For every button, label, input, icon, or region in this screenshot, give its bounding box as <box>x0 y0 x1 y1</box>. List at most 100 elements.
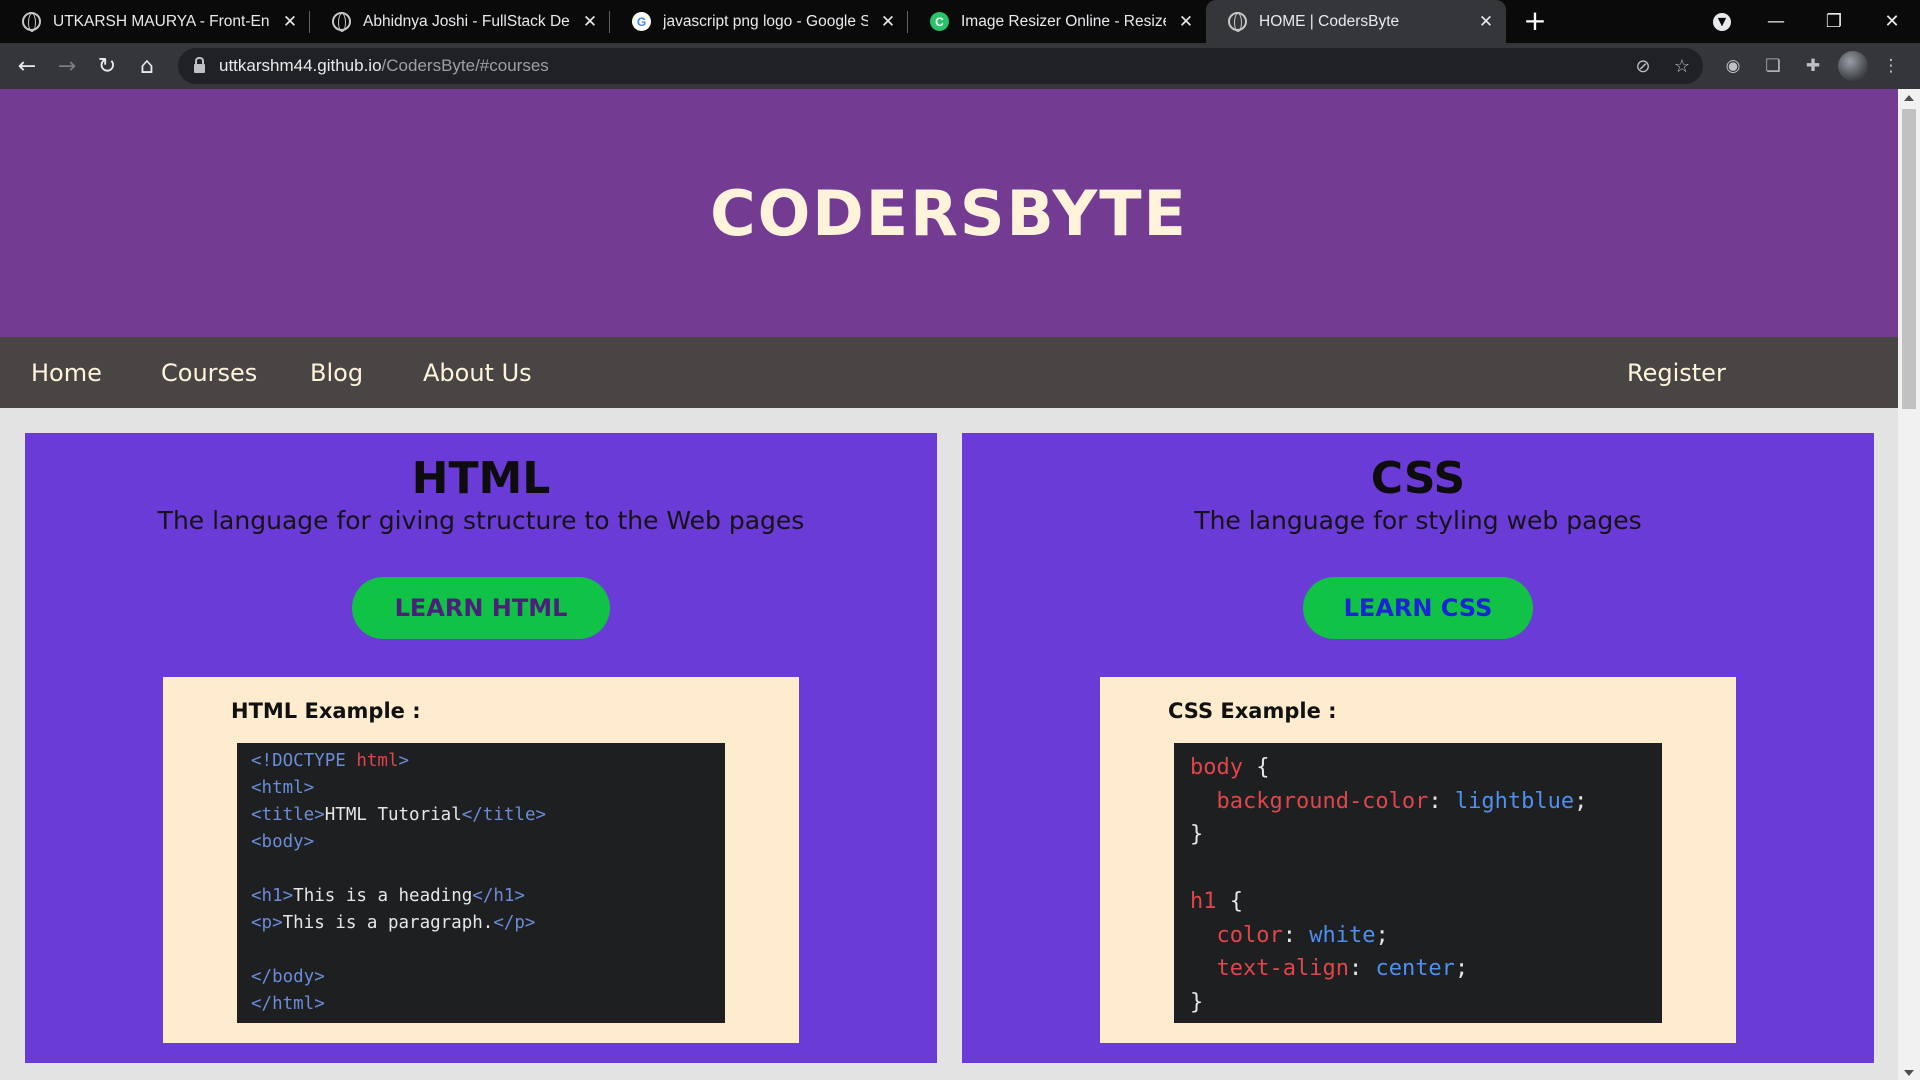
scrollbar-thumb[interactable] <box>1902 109 1916 409</box>
tab-title: HOME | CodersByte <box>1259 12 1400 30</box>
code-token: </h1> <box>472 886 525 906</box>
nav-link-about-us[interactable]: About Us <box>423 337 532 408</box>
close-tab-icon[interactable]: ✕ <box>1476 12 1496 32</box>
close-tab-icon[interactable]: ✕ <box>1176 12 1196 32</box>
code-token: color <box>1190 922 1283 948</box>
tab-title: javascript png logo - Google Sea <box>663 12 868 30</box>
minimize-icon[interactable]: — <box>1748 0 1804 43</box>
lock-icon[interactable] <box>194 56 205 73</box>
code-token: h1 <box>1190 889 1217 914</box>
code-token: This is a heading <box>293 886 473 906</box>
close-window-icon[interactable]: ✕ <box>1864 0 1920 43</box>
puzzle-icon[interactable]: ✚ <box>1798 51 1828 81</box>
browser-tab[interactable]: G javascript png logo - Google Sea ✕ <box>610 0 908 43</box>
close-tab-icon[interactable]: ✕ <box>878 12 898 32</box>
code-token: </title> <box>461 805 547 825</box>
back-icon[interactable]: ← <box>11 50 43 82</box>
example-label: HTML Example : <box>231 699 421 723</box>
learn-css-button[interactable]: LEARN CSS <box>1303 577 1533 639</box>
code-token: body <box>1190 755 1243 780</box>
code-token: HTML Tutorial <box>324 805 462 825</box>
code-line: <title>HTML Tutorial</title> <box>251 802 725 829</box>
example-label: CSS Example : <box>1168 699 1337 723</box>
code-token: : <box>1282 922 1310 948</box>
scroll-down-arrow[interactable] <box>1904 1070 1914 1076</box>
code-line: background-color: lightblue; <box>1190 785 1662 819</box>
code-token: </body> <box>251 967 325 987</box>
browser-tab[interactable]: Abhidnya Joshi - FullStack Develo ✕ <box>310 0 610 43</box>
code-token: { <box>1216 889 1243 914</box>
site-nav: Home Courses Blog About Us Register <box>0 337 1898 408</box>
tab-title: Image Resizer Online - Resize JPG <box>961 12 1166 30</box>
site-header: CODERSBYTE <box>0 89 1898 337</box>
extension-icon[interactable]: ❏ <box>1758 51 1788 81</box>
restore-icon[interactable]: ❐ <box>1806 0 1862 43</box>
forward-icon[interactable]: → <box>51 50 83 82</box>
course-card-css: CSS The language for styling web pages L… <box>962 433 1874 1063</box>
code-line: body { <box>1190 751 1662 785</box>
code-token: } <box>1190 822 1204 847</box>
code-token: background-color <box>1190 788 1429 814</box>
google-icon: G <box>632 12 651 31</box>
home-icon[interactable]: ⌂ <box>131 50 163 82</box>
code-token: <body> <box>251 832 315 852</box>
close-tab-icon[interactable]: ✕ <box>280 12 300 32</box>
code-token: text-align <box>1190 956 1349 981</box>
url-host: uttkarshm44.github.io <box>219 56 382 75</box>
code-token: : <box>1428 788 1455 814</box>
tab-search-icon[interactable]: ▼ <box>1694 0 1750 43</box>
nav-link-home[interactable]: Home <box>31 337 102 408</box>
globe-icon <box>332 12 351 32</box>
code-line: text-align: center; <box>1190 952 1662 986</box>
profile-avatar[interactable] <box>1838 51 1868 81</box>
code-token: } <box>1190 989 1204 1015</box>
menu-dots-icon[interactable]: ⋮ <box>1876 51 1906 81</box>
code-token: <html> <box>251 778 315 798</box>
globe-icon <box>1228 12 1247 32</box>
page-scrollbar[interactable] <box>1898 89 1920 1080</box>
code-token: center <box>1375 956 1455 981</box>
browser-tab[interactable]: C Image Resizer Online - Resize JPG ✕ <box>908 0 1206 43</box>
eye-off-icon[interactable]: ⊘ <box>1630 53 1656 79</box>
nav-link-blog[interactable]: Blog <box>310 337 363 408</box>
nav-link-register[interactable]: Register <box>1627 337 1726 408</box>
code-token: { <box>1242 755 1270 780</box>
code-line: <html> <box>251 775 725 802</box>
code-token: ; <box>1574 788 1588 814</box>
code-token: html <box>356 751 399 771</box>
close-tab-icon[interactable]: ✕ <box>580 12 600 32</box>
scroll-up-arrow[interactable] <box>1904 95 1914 101</box>
reload-icon[interactable]: ↻ <box>91 50 123 82</box>
code-token: : <box>1348 956 1376 981</box>
url-path: /CodersByte/#courses <box>381 56 549 75</box>
course-subtitle: The language for styling web pages <box>1194 506 1642 535</box>
code-line: <p>This is a paragraph.</p> <box>251 910 725 937</box>
course-subtitle: The language for giving structure to the… <box>157 506 805 535</box>
nav-link-courses[interactable]: Courses <box>161 337 257 408</box>
course-title: HTML <box>411 453 551 504</box>
code-line: color: white; <box>1190 919 1662 953</box>
code-token: <title> <box>251 805 325 825</box>
extension-icon[interactable]: ◉ <box>1718 51 1748 81</box>
code-line: h1 { <box>1190 885 1662 919</box>
learn-html-button[interactable]: LEARN HTML <box>352 577 610 639</box>
tab-title: UTKARSH MAURYA - Front-End D <box>53 12 270 30</box>
code-block: body { background-color: lightblue;} h1 … <box>1174 743 1662 1023</box>
new-tab-button[interactable]: + <box>1520 7 1550 37</box>
browser-tab-active[interactable]: HOME | CodersByte ✕ <box>1206 0 1506 43</box>
code-block: <!DOCTYPE html> <html> <title>HTML Tutoria… <box>237 743 725 1023</box>
bookmark-star-icon[interactable]: ☆ <box>1669 53 1695 79</box>
code-token: > <box>398 751 410 771</box>
code-line: } <box>1190 818 1662 852</box>
resizer-icon: C <box>930 12 949 31</box>
code-token: ; <box>1375 922 1389 948</box>
browser-tab[interactable]: UTKARSH MAURYA - Front-End D ✕ <box>0 0 310 43</box>
code-line: <h1>This is a heading</h1> <box>251 883 725 910</box>
address-bar[interactable]: uttkarshm44.github.io/CodersByte/#course… <box>178 48 1703 84</box>
globe-icon <box>22 12 41 32</box>
code-line: </body> <box>251 964 725 991</box>
course-card-html: HTML The language for giving structure t… <box>25 433 937 1063</box>
tab-title: Abhidnya Joshi - FullStack Develo <box>363 12 570 30</box>
example-box: CSS Example : body { background-color: l… <box>1100 677 1736 1043</box>
